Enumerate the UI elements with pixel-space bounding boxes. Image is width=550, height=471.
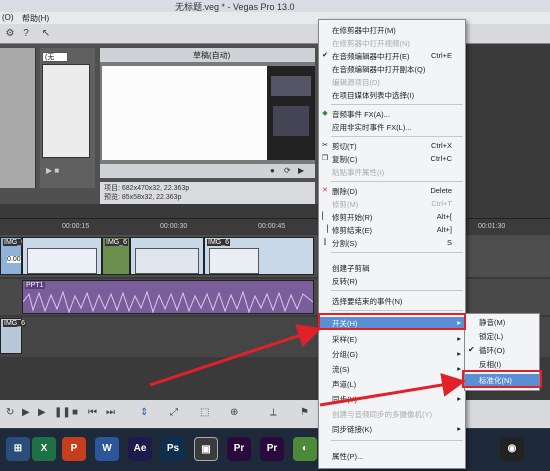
- arrow-to-switches: [149, 324, 322, 387]
- annotation-arrows: [149, 324, 466, 407]
- arrow-to-normalize: [319, 373, 466, 407]
